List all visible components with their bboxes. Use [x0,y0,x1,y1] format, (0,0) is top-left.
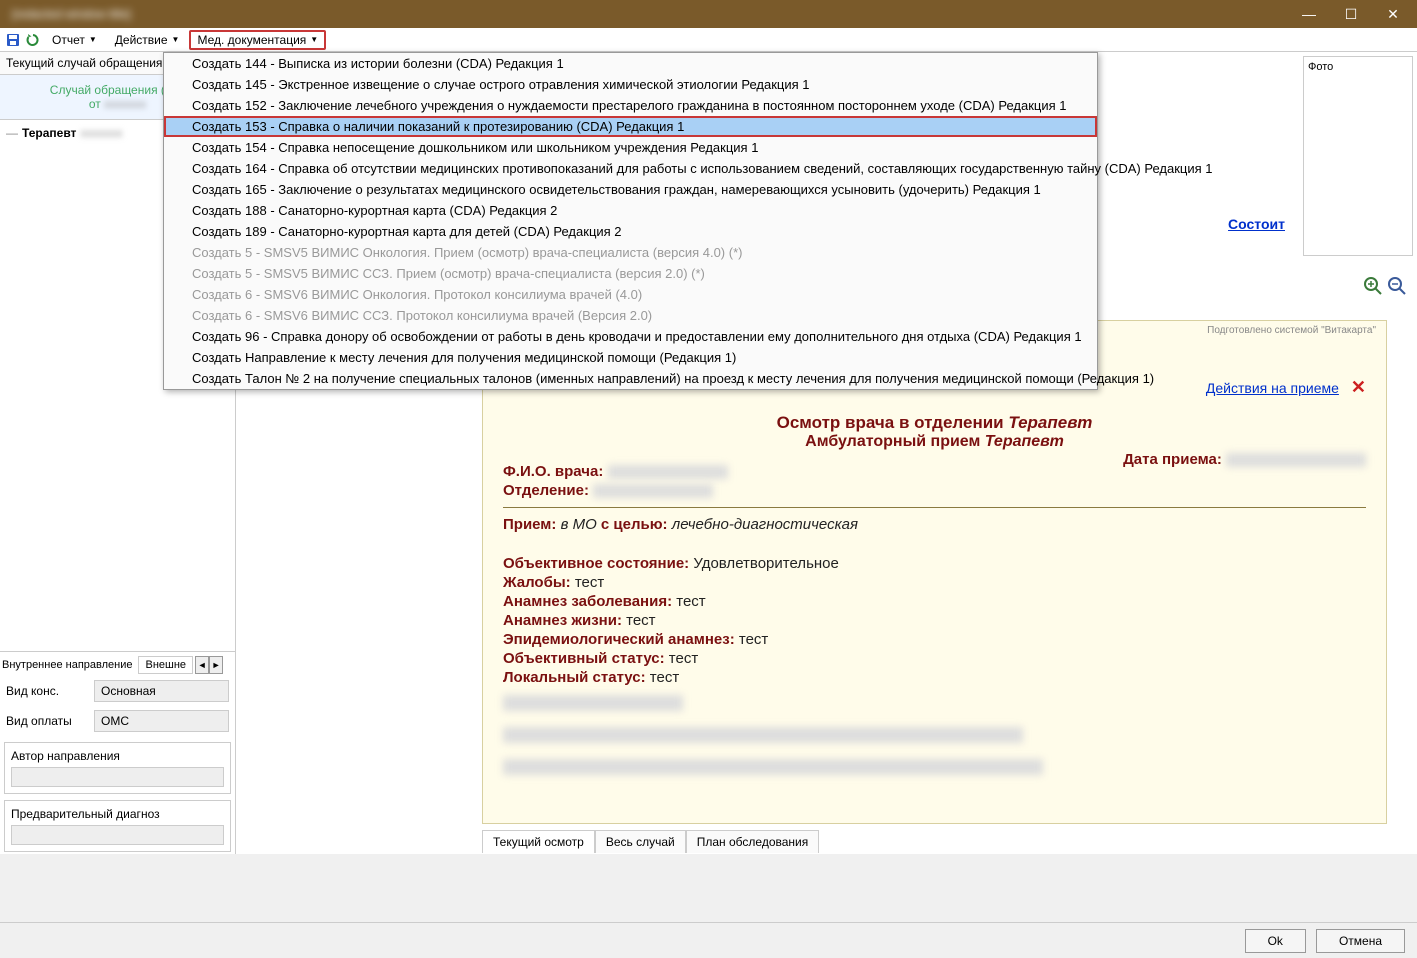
dropdown-item[interactable]: Создать Направление к месту лечения для … [164,347,1097,368]
tab-internal-direction[interactable]: Внутреннее направление [2,659,136,671]
prelim-diag-label: Предварительный диагноз [11,807,224,821]
date-row: Дата приема: [1123,451,1366,468]
payment-type-label: Вид оплаты [6,714,88,728]
tab-nav-right[interactable]: ► [209,656,223,674]
bottom-tabs: Текущий осмотр Весь случай План обследов… [482,828,819,854]
ok-button[interactable]: Ok [1245,929,1306,953]
titlebar: [redacted window title] — ☐ ✕ [0,0,1417,28]
redacted-text [608,465,728,479]
close-icon[interactable]: ✕ [1351,377,1366,398]
action-menu-label: Действие [115,33,168,47]
tab-exam-plan[interactable]: План обследования [686,830,820,853]
complaints-row: Жалобы: тест [503,574,1366,591]
save-icon[interactable] [4,31,22,49]
consult-type-field: Вид конс. Основная [2,676,233,706]
photo-box: Фото [1303,56,1413,256]
med-doc-dropdown: Создать 144 - Выписка из истории болезни… [163,52,1098,390]
anamnez-dis-row: Анамнез заболевания: тест [503,593,1366,610]
redacted-block [503,726,1366,744]
payment-type-value[interactable]: ОМС [94,710,229,732]
divider [503,507,1366,508]
watermark: Подготовлено системой "Витакарта" [1207,325,1376,336]
author-input[interactable] [11,767,224,787]
tree-dash-icon: — [6,126,18,140]
doc-actions-row: Действия на приеме ✕ [1206,377,1366,398]
prelim-diag-input[interactable] [11,825,224,845]
toolbar: Отчет ▼ Действие ▼ Мед. документация ▼ [0,28,1417,52]
dropdown-item[interactable]: Создать 164 - Справка об отсутствии меди… [164,158,1097,179]
dropdown-item[interactable]: Создать 188 - Санаторно-курортная карта … [164,200,1097,221]
dropdown-item[interactable]: Создать 153 - Справка о наличии показани… [164,116,1097,137]
author-label: Автор направления [11,749,224,763]
tab-full-case[interactable]: Весь случай [595,830,686,853]
window-controls: — ☐ ✕ [1289,2,1413,26]
dropdown-item[interactable]: Создать Талон № 2 на получение специальн… [164,368,1097,389]
payment-type-field: Вид оплаты ОМС [2,706,233,736]
dropdown-item[interactable]: Создать 189 - Санаторно-курортная карта … [164,221,1097,242]
caret-down-icon: ▼ [89,35,97,44]
tab-current-exam[interactable]: Текущий осмотр [482,830,595,853]
dropdown-item: Создать 5 - SMSV5 ВИМИС Онкология. Прием… [164,242,1097,263]
consult-type-value[interactable]: Основная [94,680,229,702]
direction-tabs: Внутреннее направление Внешне ◄ ► [2,654,233,676]
window-title: [redacted window title] [4,7,131,21]
redacted-text: xxxxxxx [80,126,122,140]
obj-status-row: Объективный статус: тест [503,650,1366,667]
photo-label: Фото [1308,61,1333,73]
dropdown-item[interactable]: Создать 165 - Заключение о результатах м… [164,179,1097,200]
caret-down-icon: ▼ [310,35,318,44]
visit-row: Прием: в МО с целью: лечебно-диагностиче… [503,516,1366,533]
dropdown-item: Создать 6 - SMSV6 ВИМИС Онкология. Прото… [164,284,1097,305]
epid-row: Эпидемиологический анамнез: тест [503,631,1366,648]
caret-down-icon: ▼ [172,35,180,44]
redacted-text: xxxxxxx [104,97,146,111]
prelim-diag-group: Предварительный диагноз [4,800,231,852]
dropdown-item[interactable]: Создать 96 - Справка донору об освобожде… [164,326,1097,347]
report-menu[interactable]: Отчет ▼ [44,31,105,49]
tree-specialist-label: Терапевт [22,126,76,140]
refresh-icon[interactable] [24,31,42,49]
case-line-2: от [89,97,101,111]
cancel-button[interactable]: Отмена [1316,929,1405,953]
tab-nav-left[interactable]: ◄ [195,656,209,674]
footer: Ok Отмена [0,922,1417,958]
left-bottom-panel: Внутреннее направление Внешне ◄ ► Вид ко… [0,651,235,854]
redacted-text [593,484,713,498]
anamnez-life-row: Анамнез жизни: тест [503,612,1366,629]
redacted-block [503,758,1366,776]
med-doc-menu-label: Мед. документация [197,33,306,47]
redacted-block [503,694,1366,712]
doc-title-2: Амбулаторный прием Терапевт [503,433,1366,451]
maximize-button[interactable]: ☐ [1331,2,1371,26]
report-menu-label: Отчет [52,33,85,47]
zoom-controls [1363,276,1407,296]
zoom-out-icon[interactable] [1387,276,1407,296]
zoom-in-icon[interactable] [1363,276,1383,296]
obj-state-row: Объективное состояние: Удовлетворительно… [503,555,1366,572]
redacted-text [1226,453,1366,467]
local-status-row: Локальный статус: тест [503,669,1366,686]
tab-nav: ◄ ► [195,656,223,674]
dropdown-item[interactable]: Создать 154 - Справка непосещение дошкол… [164,137,1097,158]
doc-title-1: Осмотр врача в отделении Терапевт [503,413,1366,433]
action-menu[interactable]: Действие ▼ [107,31,188,49]
dropdown-item[interactable]: Создать 152 - Заключение лечебного учреж… [164,95,1097,116]
visit-actions-link[interactable]: Действия на приеме [1206,380,1339,396]
minimize-button[interactable]: — [1289,2,1329,26]
close-button[interactable]: ✕ [1373,2,1413,26]
dropdown-item: Создать 5 - SMSV5 ВИМИС ССЗ. Прием (осмо… [164,263,1097,284]
status-link[interactable]: Состоит [1228,216,1285,232]
dropdown-item[interactable]: Создать 145 - Экстренное извещение о слу… [164,74,1097,95]
dropdown-item[interactable]: Создать 144 - Выписка из истории болезни… [164,53,1097,74]
document-viewer: Подготовлено системой "Витакарта" Действ… [482,320,1387,824]
med-doc-menu[interactable]: Мед. документация ▼ [189,30,326,50]
tab-external-direction[interactable]: Внешне [138,656,193,674]
author-group: Автор направления [4,742,231,794]
dropdown-item: Создать 6 - SMSV6 ВИМИС ССЗ. Протокол ко… [164,305,1097,326]
dept-row: Отделение: [503,482,1366,499]
consult-type-label: Вид конс. [6,684,88,698]
